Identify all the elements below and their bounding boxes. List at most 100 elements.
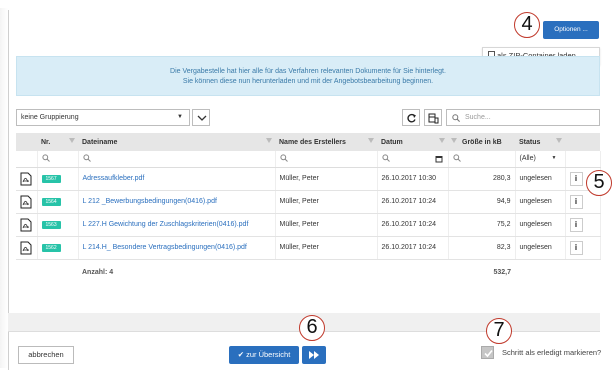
column-chooser-button[interactable] <box>424 109 442 126</box>
row-date: 26.10.2017 10:24 <box>377 236 449 260</box>
row-filename-link[interactable]: L 212 _Bewerbungsbedingungen(0416).pdf <box>78 190 276 214</box>
row-size: 75,2 <box>448 213 516 237</box>
table-row[interactable]: 1564 L 212 _Bewerbungsbedingungen(0416).… <box>16 190 601 214</box>
search-input[interactable]: Suche... <box>446 109 600 126</box>
row-nr: 1567 <box>37 167 79 191</box>
search-placeholder: Suche... <box>465 114 491 121</box>
pdf-file-icon <box>16 236 38 260</box>
search-icon <box>452 154 461 162</box>
calendar-icon[interactable] <box>435 155 443 163</box>
info-button[interactable]: i <box>569 240 583 255</box>
search-icon <box>279 154 288 162</box>
row-size: 280,3 <box>448 167 516 191</box>
size-total: 532,7 <box>493 268 511 276</box>
row-creator: Müller, Peter <box>275 167 378 191</box>
expand-button[interactable] <box>192 109 210 126</box>
table-row[interactable]: 1567 Adressaufkleber.pdf Müller, Peter 2… <box>16 167 601 191</box>
info-line-2: Sie können diese nun herunterladen und m… <box>182 78 434 85</box>
row-date: 26.10.2017 10:24 <box>377 190 449 214</box>
header-actions <box>565 133 600 151</box>
row-nr: 1563 <box>37 213 79 237</box>
overview-button[interactable]: ✔ zur Übersicht <box>229 346 299 364</box>
info-button[interactable]: i <box>569 217 583 232</box>
pdf-file-icon <box>16 167 38 191</box>
row-status: ungelesen <box>515 167 566 191</box>
mark-done-checkbox[interactable] <box>481 346 494 359</box>
callout-5: 5 <box>586 170 612 196</box>
overview-label: zur Übersicht <box>246 350 291 359</box>
callout-4: 4 <box>514 12 540 38</box>
filter-cell-actions <box>565 151 601 168</box>
info-line-1: Die Vergabestelle hat hier alle für das … <box>170 68 446 75</box>
select-caret-icon: ▼ <box>551 155 557 162</box>
row-actions: i <box>565 213 601 237</box>
filter-icon[interactable] <box>439 138 445 143</box>
row-actions: i <box>565 236 601 260</box>
table-row[interactable]: 1562 L 214.H_ Besondere Vertragsbedingun… <box>16 236 601 260</box>
filter-size[interactable] <box>448 151 516 168</box>
pdf-file-icon <box>16 213 38 237</box>
row-status: ungelesen <box>515 213 566 237</box>
row-status: ungelesen <box>515 190 566 214</box>
cancel-button[interactable]: abbrechen <box>18 346 74 364</box>
row-filename-link[interactable]: L 214.H_ Besondere Vertragsbedingungen(0… <box>78 236 276 260</box>
row-filename-link[interactable]: Adressaufkleber.pdf <box>78 167 276 191</box>
search-icon <box>41 154 50 162</box>
filter-cell-empty <box>16 151 38 168</box>
filter-filename[interactable] <box>78 151 276 168</box>
row-date: 26.10.2017 10:30 <box>377 167 449 191</box>
filter-icon[interactable] <box>368 138 374 143</box>
row-date: 26.10.2017 10:24 <box>377 213 449 237</box>
document-page: 4 Optionen ... als ZIP-Container laden D… <box>0 0 615 370</box>
row-nr: 1562 <box>37 236 79 260</box>
filter-icon[interactable] <box>451 138 457 143</box>
row-status: ungelesen <box>515 236 566 260</box>
row-creator: Müller, Peter <box>275 213 378 237</box>
filter-date[interactable] <box>377 151 449 168</box>
search-icon <box>452 114 460 122</box>
forward-button[interactable] <box>302 346 326 364</box>
row-creator: Müller, Peter <box>275 190 378 214</box>
search-icon <box>82 154 91 162</box>
filter-icon[interactable] <box>556 138 562 143</box>
column-chooser-icon <box>428 113 439 124</box>
header-creator[interactable]: Name des Erstellers <box>275 133 377 151</box>
table-row[interactable]: 1563 L 227.H Gewichtung der Zuschlagskri… <box>16 213 601 237</box>
refresh-icon <box>407 113 416 123</box>
header-date[interactable]: Datum <box>377 133 448 151</box>
header-filename[interactable]: Dateiname <box>78 133 275 151</box>
header-nr[interactable]: Nr. <box>37 133 78 151</box>
header-status[interactable]: Status <box>515 133 565 151</box>
mark-done-label: Schritt als erledigt markieren? <box>502 348 602 357</box>
info-button[interactable]: i <box>569 171 583 186</box>
info-button[interactable]: i <box>569 194 583 209</box>
select-caret-icon: ▼ <box>177 114 183 120</box>
refresh-button[interactable] <box>402 109 420 126</box>
grouping-value: keine Gruppierung <box>21 114 79 121</box>
options-button[interactable]: Optionen ... <box>543 21 599 39</box>
info-message: Die Vergabestelle hat hier alle für das … <box>16 56 600 96</box>
filter-creator[interactable] <box>275 151 378 168</box>
status-filter-value: (Alle) <box>519 155 536 163</box>
table-header-row: Nr. Dateiname Name des Erstellers Datum … <box>16 133 600 151</box>
row-nr: 1564 <box>37 190 79 214</box>
callout-7: 7 <box>486 318 512 344</box>
pdf-file-icon <box>16 190 38 214</box>
panel-shadow <box>0 8 8 368</box>
filter-nr[interactable] <box>37 151 79 168</box>
row-size: 94,9 <box>448 190 516 214</box>
filter-status[interactable]: (Alle) ▼ <box>515 151 566 168</box>
fast-forward-icon <box>309 351 319 359</box>
row-creator: Müller, Peter <box>275 236 378 260</box>
header-size[interactable]: Größe in kB <box>448 133 515 151</box>
filter-icon[interactable] <box>266 138 272 143</box>
row-size: 82,3 <box>448 236 516 260</box>
callout-6: 6 <box>299 315 325 341</box>
table-summary-row: Anzahl: 4 532,7 <box>16 259 600 285</box>
row-filename-link[interactable]: L 227.H Gewichtung der Zuschlagskriterie… <box>78 213 276 237</box>
check-icon: ✔ <box>237 350 244 359</box>
grouping-select[interactable]: keine Gruppierung ▼ <box>16 109 190 126</box>
filter-icon[interactable] <box>69 138 75 143</box>
chevron-down-icon <box>197 115 207 121</box>
checkmark-icon <box>484 349 493 358</box>
